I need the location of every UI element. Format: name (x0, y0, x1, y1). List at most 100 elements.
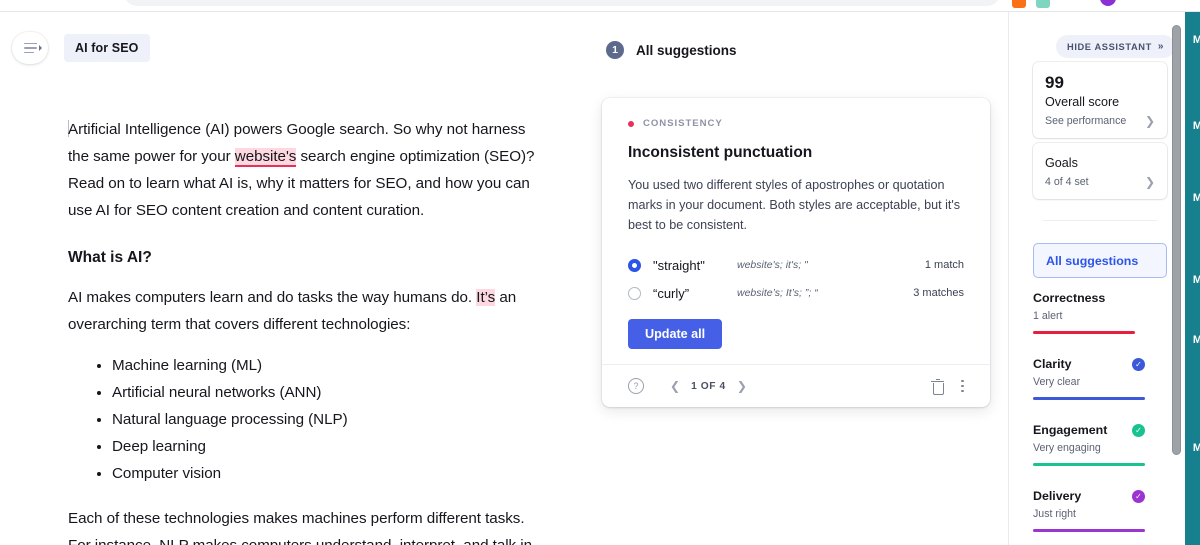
document-body[interactable]: Artificial Intelligence (AI) powers Goog… (68, 116, 548, 545)
suggestion-description: You used two different styles of apostro… (628, 178, 961, 232)
suggestions-count-badge: 1 (606, 41, 624, 59)
radio-straight-selected[interactable] (628, 258, 641, 272)
see-performance-label: See performance (1045, 115, 1127, 127)
app-root: M M M M M M AI for SEO Artificial Intell… (0, 0, 1200, 545)
editor-column: AI for SEO Artificial Intelligence (AI) … (0, 12, 1008, 545)
browser-chrome-strip (0, 0, 1200, 12)
document-list: Machine learning (ML) Artificial neural … (68, 352, 548, 487)
list-item: Natural language processing (NLP) (112, 406, 548, 433)
suggestion-navigation: ❮ 1 OF 4 ❯ (670, 380, 747, 392)
background-text-fragment: M (1192, 192, 1200, 204)
suggestion-category: CONSISTENCY (628, 118, 964, 129)
goals-title: Goals (1045, 156, 1078, 170)
hamburger-menu-icon (23, 42, 37, 54)
all-suggestions-label: All suggestions (1046, 253, 1139, 268)
background-text-fragment: M (1192, 442, 1200, 454)
question-mark-icon[interactable]: ? (628, 378, 644, 394)
goals-subtitle: 4 of 4 set (1045, 176, 1089, 188)
chevron-right-icon: ❯ (1144, 175, 1155, 189)
highlight-its[interactable]: It’s (476, 289, 495, 306)
radio-curly[interactable] (628, 286, 641, 300)
option-match-count: 1 match (924, 259, 964, 271)
overall-score-value: 99 (1045, 73, 1064, 92)
background-text-fragment: M (1192, 34, 1200, 46)
check-circle-icon: ✓ (1132, 424, 1145, 437)
kebab-menu-icon[interactable] (961, 379, 964, 393)
category-label: CONSISTENCY (643, 118, 723, 129)
option-match-count: 3 matches (913, 287, 964, 299)
metric-top-row: Engagement ✓ (1033, 422, 1145, 439)
metric-delivery[interactable]: Delivery ✓ Just right (1033, 488, 1145, 532)
metric-bar (1033, 331, 1135, 334)
document-paragraph-2: AI makes computers learn and do tasks th… (68, 289, 517, 333)
double-chevron-right-icon: » (1157, 41, 1165, 52)
hide-assistant-label: HIDE ASSISTANT (1067, 41, 1152, 52)
metric-status: 1 alert (1033, 310, 1063, 322)
metric-top-row: Clarity ✓ (1033, 356, 1145, 373)
extension-icon-orange[interactable] (1012, 0, 1026, 8)
list-item: Computer vision (112, 460, 548, 487)
list-item: Machine learning (ML) (112, 352, 548, 379)
document-paragraph-3: Each of these technologies makes machine… (68, 510, 532, 545)
document-paragraph-1: Artificial Intelligence (AI) powers Goog… (68, 120, 535, 219)
metric-status: Just right (1033, 508, 1076, 520)
metric-name: Delivery (1033, 489, 1082, 503)
background-text-fragment: M (1192, 334, 1200, 346)
hamburger-menu-button[interactable] (12, 32, 48, 64)
option-label: “curly” (653, 285, 690, 301)
metric-engagement[interactable]: Engagement ✓ Very engaging (1033, 422, 1145, 466)
goals-row[interactable]: 4 of 4 set ❯ (1045, 175, 1155, 189)
option-example: website’s; It’s; ”; “ (737, 287, 818, 299)
suggestion-card-body: CONSISTENCY Inconsistent punctuation You… (602, 98, 990, 349)
overall-score-title: Overall score (1045, 95, 1120, 109)
chevron-right-icon (39, 45, 42, 51)
suggestions-header: 1 All suggestions (606, 41, 737, 59)
hide-assistant-button[interactable]: HIDE ASSISTANT » (1056, 35, 1176, 58)
check-circle-icon: ✓ (1132, 358, 1145, 371)
overall-score-card[interactable]: 99 Overall score See performance ❯ (1033, 62, 1167, 138)
suggestion-card[interactable]: CONSISTENCY Inconsistent punctuation You… (602, 98, 990, 407)
highlight-website-possessive[interactable]: website's (234, 148, 296, 167)
metric-bar (1033, 397, 1145, 400)
background-text-fragment: M (1192, 274, 1200, 286)
background-panel: M M M M M M (1185, 12, 1200, 545)
metric-status: Very clear (1033, 376, 1081, 388)
extension-icon-purple[interactable] (1100, 0, 1116, 6)
goals-card[interactable]: Goals 4 of 4 set ❯ (1033, 143, 1167, 199)
omnibox[interactable] (124, 0, 1000, 6)
suggestion-position: 1 OF 4 (691, 380, 726, 392)
option-example: website's; it's; " (737, 259, 808, 271)
trash-icon[interactable] (931, 378, 945, 395)
list-item: Deep learning (112, 433, 548, 460)
metric-name: Engagement (1033, 423, 1108, 437)
vertical-scrollbar[interactable] (1172, 25, 1181, 455)
metric-name: Correctness (1033, 291, 1106, 305)
document-heading-1: What is AI? (68, 249, 152, 266)
see-performance-row[interactable]: See performance ❯ (1045, 114, 1155, 128)
suggestion-card-footer: ? ❮ 1 OF 4 ❯ (602, 364, 990, 407)
metric-bar (1033, 463, 1145, 466)
chevron-left-icon[interactable]: ❮ (670, 380, 680, 392)
option-label: "straight" (653, 257, 705, 273)
sidebar-item-all-suggestions[interactable]: All suggestions (1033, 243, 1167, 278)
footer-actions (931, 378, 964, 395)
chevron-right-icon[interactable]: ❯ (737, 380, 747, 392)
list-item: Artificial neural networks (ANN) (112, 379, 548, 406)
metric-clarity[interactable]: Clarity ✓ Very clear (1033, 356, 1145, 400)
metric-correctness[interactable]: Correctness 1 alert (1033, 290, 1145, 334)
document-tab-label: AI for SEO (75, 41, 139, 55)
document-tab[interactable]: AI for SEO (64, 34, 150, 62)
metric-top-row: Delivery ✓ (1033, 488, 1145, 505)
option-straight[interactable]: "straight" website's; it's; " 1 match (628, 251, 964, 279)
assistant-sidebar: HIDE ASSISTANT » 99 Overall score See pe… (1009, 12, 1185, 545)
metric-bar (1033, 529, 1145, 532)
update-all-button[interactable]: Update all (628, 319, 723, 349)
metric-status: Very engaging (1033, 442, 1101, 454)
metric-name: Clarity (1033, 357, 1072, 371)
background-text-fragment: M (1192, 120, 1200, 132)
suggestions-header-label: All suggestions (636, 42, 737, 58)
category-dot-icon (628, 120, 634, 127)
metric-top-row: Correctness (1033, 290, 1145, 307)
option-curly[interactable]: “curly” website’s; It’s; ”; “ 3 matches (628, 279, 964, 307)
extension-icon-teal[interactable] (1036, 0, 1050, 8)
